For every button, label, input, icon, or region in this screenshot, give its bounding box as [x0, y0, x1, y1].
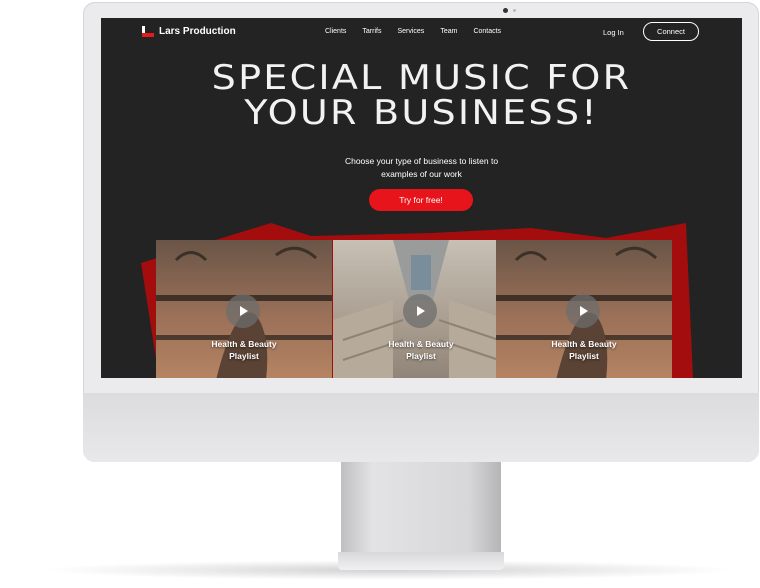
playlist-card-3[interactable]: Health & Beauty Playlist [496, 240, 672, 378]
play-icon [580, 306, 588, 316]
camera-sensor [513, 9, 516, 12]
card-label-line-2: Playlist [569, 351, 599, 361]
card-label-1: Health & Beauty Playlist [156, 338, 332, 362]
play-icon [240, 306, 248, 316]
monitor-foot [338, 552, 504, 570]
card-label-line-1: Health & Beauty [388, 339, 454, 349]
play-button[interactable] [566, 294, 600, 328]
play-icon [417, 306, 425, 316]
monitor-chin [83, 393, 759, 462]
website-screen: Lars Production Clients Tarrifs Services… [101, 18, 742, 378]
playlist-card-2[interactable]: Health & Beauty Playlist [333, 240, 509, 378]
card-label-line-1: Health & Beauty [551, 339, 617, 349]
card-label-line-2: Playlist [406, 351, 436, 361]
play-button[interactable] [226, 294, 260, 328]
monitor-stand [341, 462, 501, 554]
playlist-card-1[interactable]: Health & Beauty Playlist [156, 240, 332, 378]
card-label-line-1: Health & Beauty [211, 339, 277, 349]
card-label-3: Health & Beauty Playlist [496, 338, 672, 362]
camera-icon [503, 8, 508, 13]
play-button[interactable] [403, 294, 437, 328]
card-label-2: Health & Beauty Playlist [333, 338, 509, 362]
card-label-line-2: Playlist [229, 351, 259, 361]
